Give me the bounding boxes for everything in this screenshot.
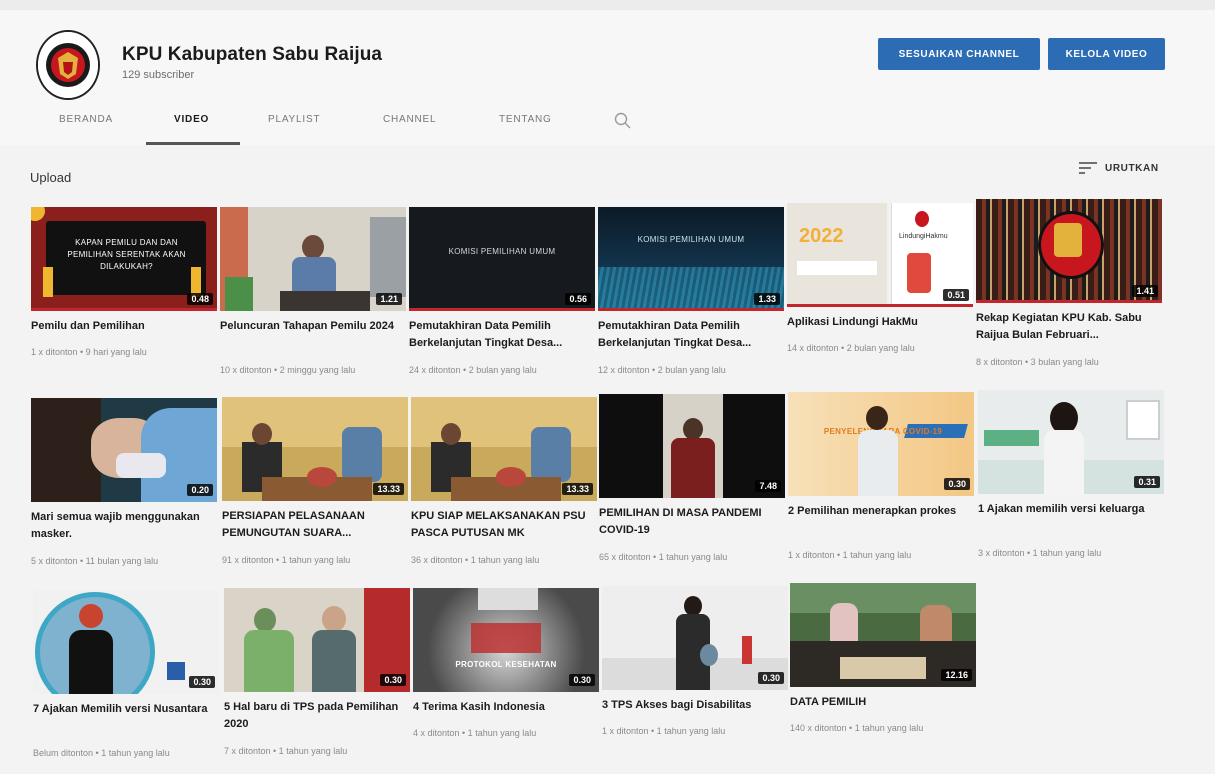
duration: 7.48	[755, 480, 781, 492]
video-meta: 91 x ditonton • 1 tahun yang lalu	[222, 555, 351, 565]
video-thumbnail[interactable]: 0.30	[33, 590, 219, 694]
video-title[interactable]: PEMILIHAN DI MASA PANDEMI COVID-19	[599, 505, 777, 539]
video-meta: 65 x ditonton • 1 tahun yang lalu	[599, 552, 728, 562]
tab-channel[interactable]: CHANNEL	[383, 114, 436, 125]
video-meta: 5 x ditonton • 11 bulan yang lalu	[31, 556, 159, 566]
thumbnail-text: PROTOKOL KESEHATAN	[455, 660, 557, 669]
video-thumbnail[interactable]: 13.33	[411, 397, 597, 501]
sort-button[interactable]: URUTKAN	[1079, 158, 1159, 178]
video-thumbnail[interactable]: 0.30	[602, 586, 788, 690]
watch-progress	[976, 300, 1162, 303]
video-title[interactable]: Pemutakhiran Data Pemilih Berkelanjutan …	[598, 318, 776, 352]
video-meta: 12 x ditonton • 2 bulan yang lalu	[598, 365, 726, 375]
video-thumbnail[interactable]: KOMISI PEMILIHAN UMUM 0.56	[409, 207, 595, 311]
thumbnail-text: KOMISI PEMILIHAN UMUM	[448, 247, 556, 256]
video-meta: 8 x ditonton • 3 bulan yang lalu	[976, 357, 1099, 367]
tab-beranda[interactable]: BERANDA	[59, 114, 113, 125]
channel-avatar[interactable]	[36, 30, 100, 100]
video-thumbnail[interactable]: 2022 LindungiHakmu 0.51	[787, 203, 973, 307]
video-title[interactable]: Aplikasi Lindungi HakMu	[787, 314, 965, 331]
video-thumbnail[interactable]: 0.30	[224, 588, 410, 692]
video-thumbnail[interactable]: KOMISI PEMILIHAN UMUM 1.33	[598, 207, 784, 311]
thumbnail-text: KOMISI PEMILIHAN UMUM	[637, 235, 745, 244]
watch-progress	[31, 308, 217, 311]
video-thumbnail[interactable]: 1.21	[220, 207, 406, 311]
video-meta: 7 x ditonton • 1 tahun yang lalu	[224, 746, 348, 756]
video-thumbnail[interactable]: 1.41	[976, 199, 1162, 303]
duration: 0.56	[565, 293, 591, 305]
video-thumbnail[interactable]: 12.16	[790, 583, 976, 687]
duration: 0.20	[187, 484, 213, 496]
tab-tentang[interactable]: TENTANG	[499, 114, 552, 125]
video-thumbnail[interactable]: 13.33	[222, 397, 408, 501]
duration: 0.30	[758, 672, 784, 684]
video-thumbnail[interactable]: PROTOKOL KESEHATAN 0.30	[413, 588, 599, 692]
video-thumbnail[interactable]: PENYELENGGARA COVID-19 0.30	[788, 392, 974, 496]
kpu-logo-icon	[38, 32, 98, 98]
video-title[interactable]: KPU SIAP MELAKSANAKAN PSU PASCA PUTUSAN …	[411, 508, 589, 542]
video-thumbnail[interactable]: 7.48	[599, 394, 785, 498]
video-title[interactable]: 7 Ajakan Memilih versi Nusantara	[33, 701, 211, 718]
video-thumbnail[interactable]: KAPAN PEMILU DAN DAN PEMILIHAN SERENTAK …	[31, 207, 217, 311]
video-title[interactable]: Peluncuran Tahapan Pemilu 2024	[220, 318, 398, 335]
thumbnail-text: KAPAN PEMILU DAN DAN PEMILIHAN SERENTAK …	[67, 238, 186, 271]
video-meta: 1 x ditonton • 1 tahun yang lalu	[788, 550, 912, 560]
sort-icon	[1079, 162, 1097, 174]
customize-channel-button[interactable]: SESUAIKAN CHANNEL	[878, 38, 1040, 70]
video-title[interactable]: 3 TPS Akses bagi Disabilitas	[602, 697, 780, 714]
video-meta: 140 x ditonton • 1 tahun yang lalu	[790, 723, 924, 733]
video-meta: 4 x ditonton • 1 tahun yang lalu	[413, 728, 537, 738]
tab-playlist[interactable]: PLAYLIST	[268, 114, 320, 125]
duration: 12.16	[941, 669, 972, 681]
video-title[interactable]: Pemilu dan Pemilihan	[31, 318, 209, 335]
duration: 0.48	[187, 293, 213, 305]
video-title[interactable]: 2 Pemilihan menerapkan prokes	[788, 503, 966, 520]
duration: 1.41	[1132, 285, 1158, 297]
video-title[interactable]: 5 Hal baru di TPS pada Pemilihan 2020	[224, 699, 402, 733]
duration: 1.21	[376, 293, 402, 305]
video-meta: 36 x ditonton • 1 tahun yang lalu	[411, 555, 540, 565]
duration: 0.51	[943, 289, 969, 301]
section-title: Upload	[30, 170, 72, 185]
video-title[interactable]: 4 Terima Kasih Indonesia	[413, 699, 591, 716]
video-thumbnail[interactable]: 0.31	[978, 390, 1164, 494]
search-icon[interactable]	[612, 110, 634, 132]
channel-tabs: BERANDA VIDEO PLAYLIST CHANNEL TENTANG	[0, 104, 1215, 146]
duration: 0.31	[1134, 476, 1160, 488]
video-title[interactable]: Pemutakhiran Data Pemilih Berkelanjutan …	[409, 318, 587, 352]
watch-progress	[787, 304, 973, 307]
thumbnail-text: LindungiHakmu	[899, 233, 948, 240]
duration: 13.33	[562, 483, 593, 495]
video-title[interactable]: Mari semua wajib menggunakan masker.	[31, 509, 209, 543]
top-strip	[0, 0, 1215, 10]
video-thumbnail[interactable]: 0.20	[31, 398, 217, 502]
video-meta: 14 x ditonton • 2 bulan yang lalu	[787, 343, 915, 353]
channel-name[interactable]: KPU Kabupaten Sabu Raijua	[122, 44, 382, 66]
sort-label: URUTKAN	[1105, 162, 1159, 174]
watch-progress	[409, 308, 595, 311]
tab-video[interactable]: VIDEO	[174, 114, 209, 125]
duration: 1.33	[754, 293, 780, 305]
duration: 0.30	[189, 676, 215, 688]
video-meta: 24 x ditonton • 2 bulan yang lalu	[409, 365, 537, 375]
watch-progress	[598, 308, 784, 311]
video-meta: 3 x ditonton • 1 tahun yang lalu	[978, 548, 1102, 558]
manage-videos-button[interactable]: KELOLA VIDEO	[1048, 38, 1165, 70]
video-meta: Belum ditonton • 1 tahun yang lalu	[33, 748, 170, 758]
video-meta: 1 x ditonton • 9 hari yang lalu	[31, 347, 147, 357]
video-title[interactable]: PERSIAPAN PELASANAAN PEMUNGUTAN SUARA...	[222, 508, 400, 542]
video-title[interactable]: DATA PEMILIH	[790, 694, 968, 711]
video-meta: 10 x ditonton • 2 minggu yang lalu	[220, 365, 356, 375]
duration: 0.30	[380, 674, 406, 686]
active-tab-indicator	[146, 142, 240, 145]
video-title[interactable]: Rekap Kegiatan KPU Kab. Sabu Raijua Bula…	[976, 310, 1154, 344]
duration: 0.30	[944, 478, 970, 490]
duration: 13.33	[373, 483, 404, 495]
duration: 0.30	[569, 674, 595, 686]
video-title[interactable]: 1 Ajakan memilih versi keluarga	[978, 501, 1156, 518]
video-meta: 1 x ditonton • 1 tahun yang lalu	[602, 726, 726, 736]
subscriber-count: 129 subscriber	[122, 69, 195, 81]
